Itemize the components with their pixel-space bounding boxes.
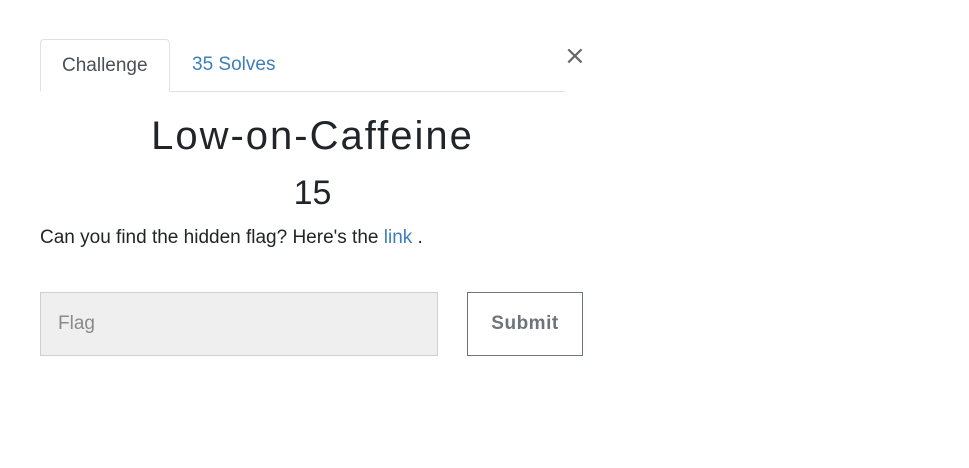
- challenge-tabs: Challenge 35 Solves: [40, 39, 565, 92]
- challenge-points: 15: [293, 174, 332, 212]
- submit-button[interactable]: Submit: [467, 292, 583, 356]
- challenge-link[interactable]: link: [384, 227, 413, 248]
- challenge-description: Can you find the hidden flag? Here's the…: [40, 225, 423, 251]
- tab-challenge[interactable]: Challenge: [40, 39, 170, 92]
- description-text: Can you find the hidden flag? Here's the: [40, 227, 384, 248]
- tab-solves[interactable]: 35 Solves: [171, 39, 296, 91]
- close-icon[interactable]: ×: [564, 43, 586, 69]
- challenge-title: Low-on-Caffeine: [151, 114, 474, 158]
- challenge-modal: Challenge 35 Solves × Low-on-Caffeine 15…: [40, 39, 586, 356]
- flag-input[interactable]: [40, 292, 438, 356]
- description-suffix: .: [412, 227, 423, 248]
